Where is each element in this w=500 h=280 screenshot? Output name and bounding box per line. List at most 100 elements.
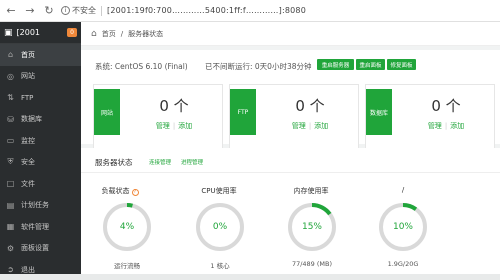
stat-tag: 网站 xyxy=(94,89,120,135)
stat-tag: FTP xyxy=(230,89,256,135)
folder-icon: □ xyxy=(6,179,15,189)
stat-value: 0 个 xyxy=(295,97,325,115)
website-stat-card: 网站 0 个 管理 | 添加 xyxy=(93,84,223,154)
sidebar-item-label: 首页 xyxy=(21,50,35,59)
gauge-value: 10% xyxy=(392,222,413,232)
shield-icon: ⛨ xyxy=(7,157,14,167)
database-icon: ⛁ xyxy=(7,114,14,124)
server-status-panel: 服务器状态 连接管理 进程管理 负载状态? CPU使用率 内存使用率 / 4% … xyxy=(81,148,500,278)
settings-icon: ⚙ xyxy=(6,243,15,253)
sidebar-item-label: FTP xyxy=(21,93,34,102)
calendar-icon: ▤ xyxy=(6,200,15,210)
sidebar-item-label: 数据库 xyxy=(21,115,42,124)
bottom-strip xyxy=(0,274,500,280)
security-text: 不安全 xyxy=(72,6,96,15)
divider: | xyxy=(172,122,176,130)
sidebar-item-label: 网站 xyxy=(21,72,35,81)
stat-value: 0 个 xyxy=(431,97,461,115)
add-link[interactable]: 添加 xyxy=(178,122,192,130)
gauge-value: 4% xyxy=(119,222,135,232)
database-stat-card: 数据库 0 个 管理 | 添加 xyxy=(365,84,495,154)
gauge-value: 15% xyxy=(301,222,322,232)
divider: | xyxy=(444,122,448,130)
gauge-label: 负载状态? xyxy=(80,186,160,196)
main-content: ⌂ 首页 / 服务器状态 系统: CentOS 6.10 (Final) 已不间… xyxy=(81,22,500,280)
sidebar-item-label: 文件 xyxy=(21,179,35,188)
reload-icon[interactable]: ↻ xyxy=(42,4,56,18)
disk-gauge[interactable]: 10% xyxy=(377,201,429,253)
gauge-subtext: 1 核心 xyxy=(210,262,230,270)
manage-link[interactable]: 管理 xyxy=(428,122,442,130)
ftp-stat-card: FTP 0 个 管理 | 添加 xyxy=(229,84,359,154)
gauge-subtext: 运行流畅 xyxy=(114,262,140,270)
breadcrumb-current: 服务器状态 xyxy=(128,29,164,38)
sidebar-item-software[interactable]: ▦ 软件管理 xyxy=(0,216,81,238)
divider xyxy=(101,5,102,16)
section-title: 服务器状态 xyxy=(95,158,133,167)
sidebar-item-settings[interactable]: ⚙ 面板设置 xyxy=(0,238,81,260)
gauge-label: 内存使用率 xyxy=(293,187,329,195)
sidebar-header: ▣ [2001 0 xyxy=(0,22,81,44)
notification-badge[interactable]: 0 xyxy=(67,28,77,37)
home-icon: ⌂ xyxy=(7,50,14,60)
forward-icon[interactable]: → xyxy=(23,4,37,18)
monitor-logo-icon: ▣ xyxy=(4,27,13,38)
restart-server-button[interactable]: 重启服务器 xyxy=(317,59,354,70)
sidebar-item-database[interactable]: ⛁ 数据库 xyxy=(0,109,81,131)
sidebar-title: [2001 xyxy=(16,28,40,37)
back-icon[interactable]: ← xyxy=(4,4,18,18)
connection-manage-link[interactable]: 连接管理 xyxy=(149,158,171,166)
gauge-value: 0% xyxy=(212,222,228,232)
manage-link[interactable]: 管理 xyxy=(292,122,306,130)
sidebar-item-label: 安全 xyxy=(21,158,35,167)
repair-panel-button[interactable]: 修复面板 xyxy=(387,59,416,70)
sidebar-item-label: 软件管理 xyxy=(21,222,49,231)
gauge-subtext: 77/489 (MB) xyxy=(291,260,333,268)
process-manage-link[interactable]: 进程管理 xyxy=(181,158,203,166)
stat-links: 管理 | 添加 xyxy=(396,121,496,131)
stat-tag: 数据库 xyxy=(366,89,392,135)
sidebar-item-home[interactable]: ⌂ 首页 xyxy=(0,44,81,66)
stat-value: 0 个 xyxy=(159,97,189,115)
globe-icon: ◎ xyxy=(7,71,14,81)
apps-icon: ▦ xyxy=(6,222,15,232)
sidebar-item-label: 面板设置 xyxy=(21,244,49,253)
breadcrumb-separator: / xyxy=(120,29,124,38)
sidebar-item-cron[interactable]: ▤ 计划任务 xyxy=(0,195,81,217)
sidebar-item-label: 监控 xyxy=(21,136,35,145)
divider xyxy=(81,172,500,173)
gauge-label: / xyxy=(401,186,405,194)
manage-link[interactable]: 管理 xyxy=(156,122,170,130)
monitor-icon: ▭ xyxy=(6,136,15,146)
add-link[interactable]: 添加 xyxy=(314,122,328,130)
url-field[interactable]: [2001:19f0:700…………5400:1ff:f…………]:8080 xyxy=(107,6,306,15)
info-icon: i xyxy=(61,6,70,15)
ftp-icon: ⇅ xyxy=(7,93,14,103)
breadcrumb-home[interactable]: 首页 xyxy=(102,29,116,39)
home-icon[interactable]: ⌂ xyxy=(91,29,97,39)
logout-icon: ➲ xyxy=(7,265,14,275)
divider: | xyxy=(308,122,312,130)
security-indicator[interactable]: i 不安全 xyxy=(61,5,96,16)
sidebar-item-ftp[interactable]: ⇅ FTP xyxy=(0,87,81,109)
memory-gauge[interactable]: 15% xyxy=(286,201,338,253)
restart-panel-button[interactable]: 重启面板 xyxy=(356,59,385,70)
stat-links: 管理 | 添加 xyxy=(260,121,360,131)
browser-address-bar: ← → ↻ i 不安全 [2001:19f0:700…………5400:1ff:f… xyxy=(0,0,500,22)
sidebar-item-files[interactable]: □ 文件 xyxy=(0,173,81,195)
stat-links: 管理 | 添加 xyxy=(124,121,224,131)
sidebar: ▣ [2001 0 ⌂ 首页 ◎ 网站 ⇅ FTP ⛁ 数据库 ▭ 监控 ⛨ 安… xyxy=(0,22,81,280)
breadcrumb: ⌂ 首页 / 服务器状态 xyxy=(81,22,500,46)
gauge-label: CPU使用率 xyxy=(201,187,237,195)
sidebar-item-label: 计划任务 xyxy=(21,201,49,210)
uptime-info: 已不间断运行: 0天0小时38分钟 xyxy=(205,62,312,71)
gauge-subtext: 1.9G/20G xyxy=(387,260,419,268)
os-info: 系统: CentOS 6.10 (Final) xyxy=(95,62,188,71)
sidebar-item-website[interactable]: ◎ 网站 xyxy=(0,66,81,88)
load-gauge[interactable]: 4% xyxy=(101,201,153,253)
help-icon[interactable]: ? xyxy=(131,188,139,196)
add-link[interactable]: 添加 xyxy=(450,122,464,130)
cpu-gauge[interactable]: 0% xyxy=(194,201,246,253)
sidebar-item-monitor[interactable]: ▭ 监控 xyxy=(0,130,81,152)
sidebar-item-security[interactable]: ⛨ 安全 xyxy=(0,152,81,174)
